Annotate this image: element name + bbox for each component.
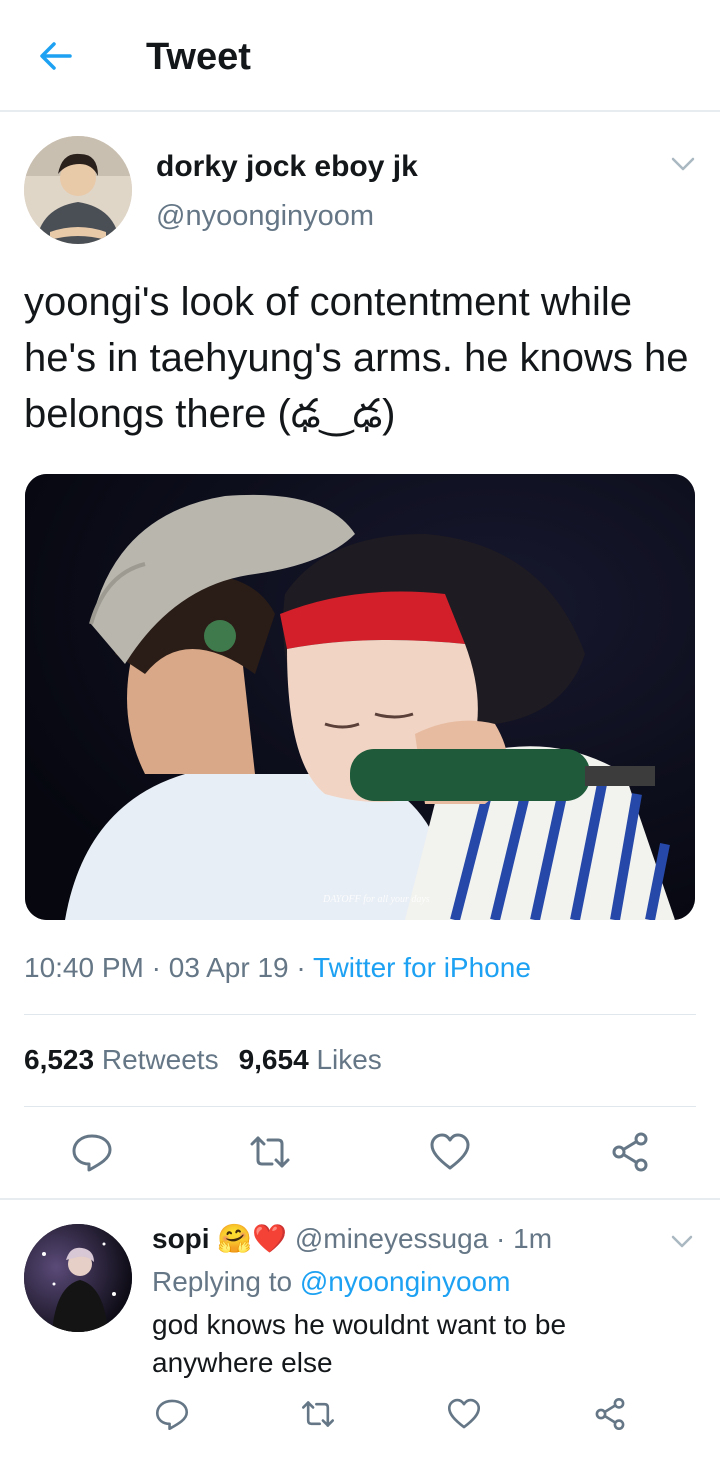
likes-stat[interactable]: 9,654 Likes (239, 1044, 382, 1075)
tweet-text: yoongi's look of contentment while he's … (24, 280, 689, 436)
like-icon[interactable] (428, 1130, 472, 1174)
reply-name-emojis: 🤗❤️ (217, 1223, 288, 1254)
reply-header: sopi 🤗❤️ @mineyessuga · 1m (152, 1222, 552, 1255)
tweet-stats: 6,523 Retweets 9,654 Likes (24, 1044, 382, 1076)
chevron-down-icon[interactable] (670, 1232, 694, 1250)
reply-icon[interactable] (70, 1130, 114, 1174)
reply-age: 1m (513, 1223, 553, 1254)
replying-to-handle[interactable]: @nyoonginyoom (300, 1266, 511, 1297)
tweet-time: 10:40 PM (24, 952, 144, 983)
retweets-label: Retweets (101, 1044, 219, 1075)
reply-actions (0, 1396, 720, 1440)
reply-icon[interactable] (154, 1396, 190, 1432)
retweet-icon[interactable] (248, 1130, 292, 1174)
likes-count: 9,654 (238, 1044, 309, 1075)
retweets-count: 6,523 (24, 1044, 95, 1075)
chevron-down-icon[interactable] (670, 154, 696, 174)
image-watermark: DAYOFF for all your days (323, 894, 430, 905)
arrow-left-icon[interactable] (36, 36, 76, 76)
divider (24, 1014, 696, 1015)
meta-separator: · (496, 1223, 514, 1254)
top-bar: Tweet (0, 0, 720, 112)
share-icon[interactable] (592, 1396, 628, 1432)
like-icon[interactable] (446, 1396, 482, 1432)
display-name[interactable]: dorky jock eboy jk (156, 150, 418, 184)
reply-handle[interactable]: @mineyessuga (295, 1223, 488, 1254)
reply-text: god knows he wouldnt want to be anywhere… (152, 1309, 567, 1378)
user-handle[interactable]: @nyoonginyoom (156, 200, 374, 233)
retweets-stat[interactable]: 6,523 Retweets (24, 1044, 219, 1075)
meta-separator: · (151, 952, 169, 983)
retweet-icon[interactable] (300, 1396, 336, 1432)
divider (24, 1106, 696, 1107)
replying-prefix: Replying to (152, 1266, 293, 1297)
reply-tweet[interactable]: sopi 🤗❤️ @mineyessuga · 1m Replying to @… (0, 1200, 720, 1465)
tweet-actions (0, 1124, 720, 1180)
tweet-meta: 10:40 PM · 03 Apr 19 · Twitter for iPhon… (24, 952, 531, 984)
meta-separator: · (296, 952, 314, 983)
reply-display-name[interactable]: sopi (152, 1223, 210, 1254)
avatar[interactable] (24, 136, 132, 244)
tweet-image[interactable]: DAYOFF for all your days (25, 474, 695, 920)
tweet-date: 03 Apr 19 (168, 952, 289, 983)
tweet-source-link[interactable]: Twitter for iPhone (313, 952, 531, 983)
share-icon[interactable] (608, 1130, 652, 1174)
likes-label: Likes (316, 1044, 382, 1075)
replying-to: Replying to @nyoonginyoom (152, 1266, 510, 1298)
page-title: Tweet (146, 36, 251, 78)
avatar[interactable] (24, 1224, 132, 1332)
